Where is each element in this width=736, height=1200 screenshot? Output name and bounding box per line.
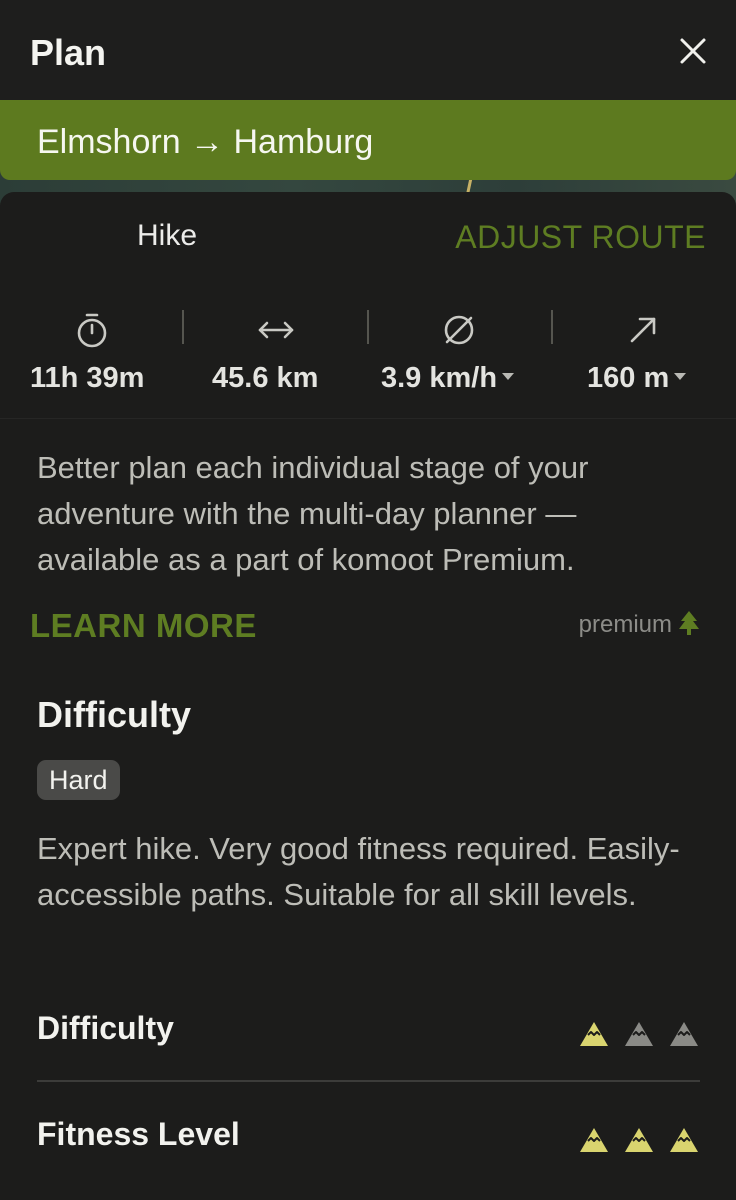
adjust-route-button[interactable]: ADJUST ROUTE (455, 219, 706, 256)
close-icon[interactable] (672, 30, 714, 72)
stat-speed-value[interactable]: 3.9 km/h (381, 362, 515, 395)
stat-duration-value: 11h 39m (30, 362, 145, 394)
premium-label: premium (578, 611, 672, 638)
sport-type[interactable]: Hike (137, 219, 197, 253)
fitness-rating-row: Fitness Level (37, 1106, 700, 1166)
stat-elevation-text: 160 m (587, 362, 670, 394)
route-banner[interactable]: Elmshorn → Hamburg (0, 100, 736, 180)
elevation-up-icon (623, 310, 663, 350)
stat-elevation[interactable]: 160 m (553, 300, 736, 400)
section-divider (0, 418, 736, 419)
chevron-down-icon (502, 373, 515, 380)
stat-distance-value: 45.6 km (212, 362, 319, 394)
premium-badge: premium (579, 610, 700, 640)
mountain-icon-empty (670, 1022, 698, 1046)
fitness-rating-icons (565, 1126, 700, 1156)
row-divider (37, 1080, 700, 1082)
difficulty-rating-label: Difficulty (37, 1010, 174, 1046)
stopwatch-icon (72, 310, 112, 350)
mountain-icon-filled (670, 1128, 698, 1152)
tree-icon (678, 610, 700, 643)
page-title: Plan (30, 32, 107, 73)
top-bar: Plan (0, 0, 736, 100)
stat-speed[interactable]: 3.9 km/h (369, 300, 552, 400)
stats-row: 11h 39m 45.6 km 3.9 km/h 160 m (0, 300, 736, 400)
fitness-rating-label: Fitness Level (37, 1116, 240, 1152)
average-speed-icon (439, 310, 479, 350)
route-label: Elmshorn → Hamburg (37, 123, 374, 161)
stat-distance: 45.6 km (184, 300, 367, 400)
mountain-icon-filled (580, 1128, 608, 1152)
difficulty-heading: Difficulty (37, 694, 192, 735)
difficulty-description: Expert hike. Very good fitness required.… (37, 831, 680, 912)
difficulty-rating-row: Difficulty (37, 1000, 700, 1060)
premium-promo-text: Better plan each individual stage of you… (37, 450, 589, 577)
difficulty-badge: Hard (37, 760, 120, 800)
mountain-icon-empty (625, 1022, 653, 1046)
difficulty-rating-icons (565, 1020, 700, 1050)
stat-duration: 11h 39m (0, 300, 183, 400)
learn-more-link[interactable]: LEARN MORE (30, 607, 257, 645)
mountain-icon-filled (625, 1128, 653, 1152)
distance-arrows-icon (256, 310, 296, 350)
stat-speed-text: 3.9 km/h (381, 362, 498, 394)
route-card: Hike ADJUST ROUTE 11h 39m 45.6 km 3.9 km… (0, 192, 736, 1200)
mountain-icon-filled (580, 1022, 608, 1046)
chevron-down-icon (674, 373, 687, 380)
stat-elevation-value[interactable]: 160 m (587, 362, 687, 395)
